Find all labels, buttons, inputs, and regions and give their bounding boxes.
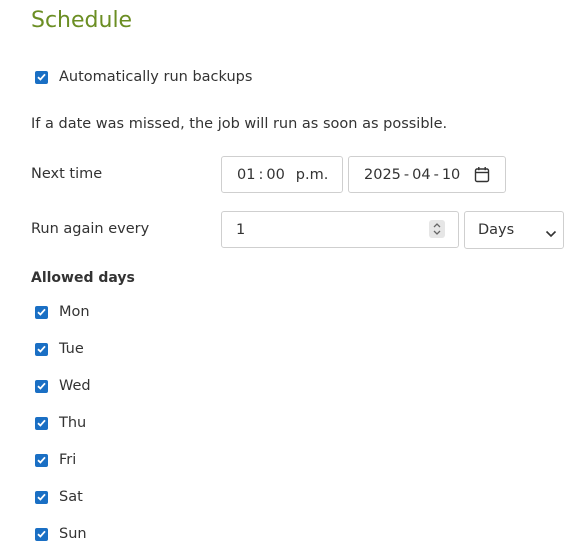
day-field[interactable]: 10 — [442, 167, 460, 183]
day-checkbox[interactable] — [35, 342, 48, 356]
day-checkbox[interactable] — [35, 527, 48, 541]
day-label: Sun — [59, 526, 87, 542]
auto-backup-checkbox[interactable] — [35, 70, 48, 84]
missed-date-note: If a date was missed, the job will run a… — [31, 116, 448, 132]
day-label: Wed — [59, 378, 91, 394]
calendar-icon[interactable] — [474, 166, 490, 187]
checkmark-icon — [37, 345, 46, 353]
day-checkbox[interactable] — [35, 453, 48, 467]
year-field[interactable]: 2025 — [364, 167, 401, 183]
auto-backup-label: Automatically run backups — [59, 69, 253, 85]
day-checkbox[interactable] — [35, 379, 48, 393]
day-checkbox-row[interactable]: Sat — [35, 489, 83, 505]
spinner-arrows-icon[interactable] — [429, 220, 445, 238]
hour-field[interactable]: 01 — [237, 167, 255, 183]
day-checkbox-row[interactable]: Fri — [35, 452, 76, 468]
allowed-days-heading: Allowed days — [31, 270, 135, 286]
checkmark-icon — [37, 456, 46, 464]
time-separator: : — [258, 166, 264, 183]
chevron-down-icon — [545, 226, 557, 242]
day-checkbox-row[interactable]: Mon — [35, 304, 90, 320]
day-label: Mon — [59, 304, 90, 320]
day-checkbox-row[interactable]: Sun — [35, 526, 87, 542]
time-input[interactable]: 01 : 00 p.m. — [221, 156, 343, 193]
interval-number-input[interactable]: 1 — [221, 211, 459, 248]
interval-unit-value: Days — [478, 222, 515, 238]
schedule-title: Schedule — [31, 8, 133, 33]
day-label: Tue — [59, 341, 84, 357]
next-time-label: Next time — [31, 166, 103, 182]
ampm-field[interactable]: p.m. — [296, 167, 329, 183]
day-checkbox-row[interactable]: Tue — [35, 341, 84, 357]
day-checkbox[interactable] — [35, 305, 48, 319]
date-input[interactable]: 2025 - 04 - 10 — [348, 156, 506, 193]
run-again-label: Run again every — [31, 221, 150, 237]
checkmark-icon — [37, 493, 46, 501]
day-checkbox-row[interactable]: Wed — [35, 378, 91, 394]
checkmark-icon — [37, 73, 46, 81]
minute-field[interactable]: 00 — [266, 167, 284, 183]
interval-unit-select[interactable]: Days — [464, 211, 564, 249]
checkmark-icon — [37, 308, 46, 316]
day-label: Fri — [59, 452, 77, 468]
day-label: Sat — [59, 489, 83, 505]
date-separator: - — [403, 166, 410, 183]
checkmark-icon — [37, 530, 46, 538]
day-checkbox[interactable] — [35, 416, 48, 430]
checkmark-icon — [37, 419, 46, 427]
day-label: Thu — [59, 415, 87, 431]
interval-value: 1 — [236, 221, 246, 238]
day-checkbox[interactable] — [35, 490, 48, 504]
date-separator: - — [433, 166, 439, 183]
auto-backup-checkbox-row[interactable]: Automatically run backups — [35, 69, 252, 85]
day-checkbox-row[interactable]: Thu — [35, 415, 86, 431]
checkmark-icon — [37, 382, 46, 390]
month-field[interactable]: 04 — [412, 167, 430, 183]
